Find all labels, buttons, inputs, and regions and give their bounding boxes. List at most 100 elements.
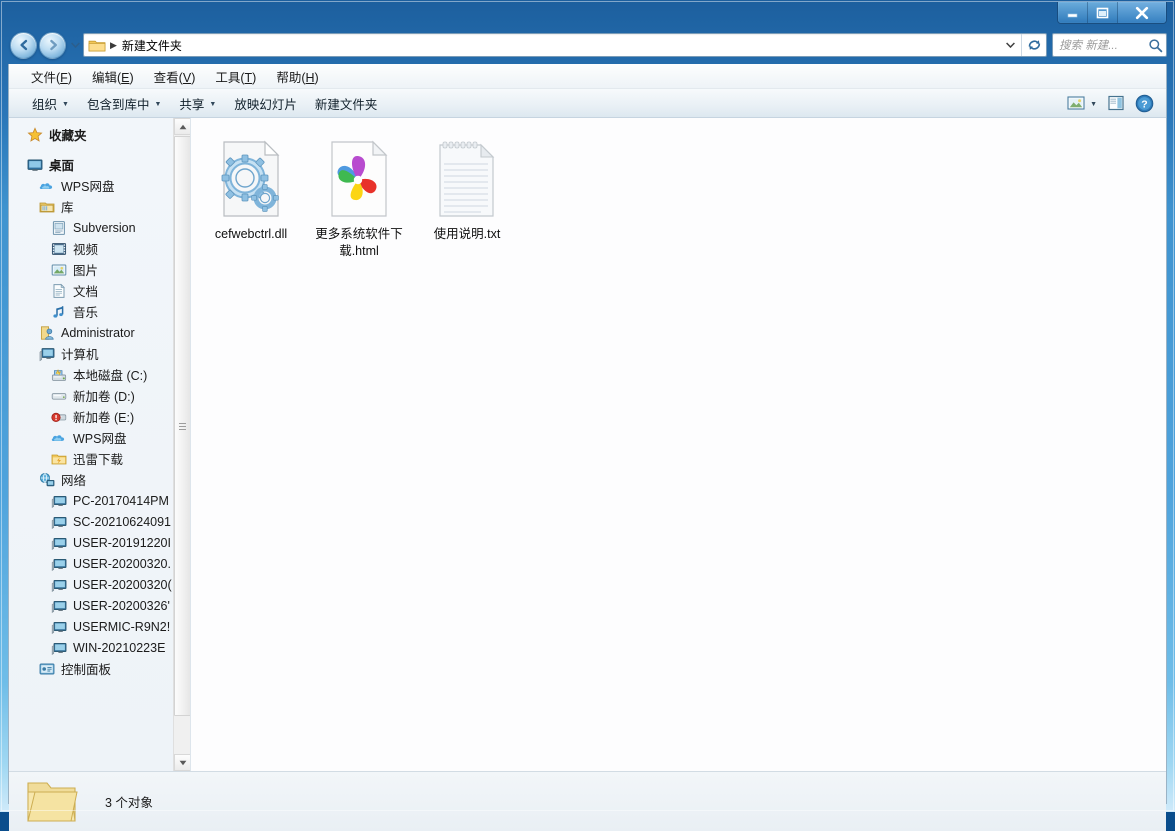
forward-arrow-icon: [49, 39, 57, 51]
nav-item-control-panel[interactable]: 控制面板: [9, 658, 190, 679]
nav-item-network-pc-3[interactable]: USER-20191220I: [9, 532, 190, 553]
library-folder-icon: [39, 199, 55, 215]
recent-locations-button[interactable]: [68, 42, 82, 48]
navigation-scrollbar[interactable]: [173, 118, 190, 771]
refresh-button[interactable]: [1021, 34, 1046, 56]
breadcrumb-current-path[interactable]: 新建文件夹: [122, 37, 182, 54]
computer-node-icon: [51, 514, 67, 530]
scrollbar-grip: [179, 422, 186, 430]
nav-item-network-pc-6[interactable]: USER-20200326': [9, 595, 190, 616]
include-in-library-button[interactable]: 包含到库中 ▼: [78, 90, 170, 117]
menu-edit[interactable]: 编辑(E): [82, 64, 144, 89]
menu-tools[interactable]: 工具(T): [205, 64, 266, 89]
minimize-button[interactable]: [1058, 2, 1088, 23]
nav-item-documents[interactable]: 文档: [9, 280, 190, 301]
nav-item-computer[interactable]: 计算机: [9, 343, 190, 364]
nav-item-label: WIN-20210223E: [73, 640, 166, 655]
new-folder-button[interactable]: 新建文件夹: [306, 90, 387, 117]
address-input[interactable]: ▶ 新建文件夹: [83, 33, 1047, 57]
folder-icon: [88, 40, 106, 52]
documents-icon: [51, 283, 67, 299]
cloud-icon: [39, 178, 55, 194]
nav-item-label: 控制面板: [61, 663, 112, 677]
thunder-folder-icon: [51, 451, 67, 467]
scroll-down-button[interactable]: [174, 754, 190, 771]
drive-icon: [51, 388, 67, 404]
nav-item-label: WPS网盘: [61, 180, 115, 194]
nav-item-network-pc-8[interactable]: WIN-20210223E: [9, 637, 190, 658]
nav-item-network-pc-5[interactable]: USER-20200320(: [9, 574, 190, 595]
menu-file[interactable]: 文件(F): [21, 64, 82, 89]
computer-node-icon: [51, 535, 67, 551]
nav-item-network-pc-2[interactable]: SC-20210624091: [9, 511, 190, 532]
nav-item-favorites[interactable]: 收藏夹: [9, 124, 190, 145]
nav-item-music[interactable]: 音乐: [9, 301, 190, 322]
nav-item-label: 桌面: [49, 159, 75, 173]
forward-button[interactable]: [39, 31, 66, 59]
change-view-button[interactable]: ▼: [1063, 92, 1101, 114]
search-icon[interactable]: [1148, 38, 1163, 53]
nav-item-network-pc-1[interactable]: PC-20170414PM: [9, 490, 190, 511]
back-button[interactable]: [10, 31, 37, 59]
file-list-pane[interactable]: cefwebctrl.dll 更多系统软件下载.html 使用说明.txt: [191, 118, 1166, 771]
navigation-pane: 收藏夹 桌面 WPS网盘 库 Subversion 视频 图片 文档 音乐 Ad…: [9, 118, 191, 771]
menu-view[interactable]: 查看(V): [144, 64, 206, 89]
folder-open-icon: [25, 779, 79, 825]
close-button[interactable]: [1118, 2, 1166, 23]
chevron-down-icon: ▼: [154, 100, 162, 108]
nav-item-subversion[interactable]: Subversion: [9, 217, 190, 238]
video-icon: [51, 241, 67, 257]
nav-item-network-pc-7[interactable]: USERMIC-R9N2!: [9, 616, 190, 637]
computer-node-icon: [51, 619, 67, 635]
scrollbar-thumb[interactable]: [174, 136, 190, 716]
nav-item-pictures[interactable]: 图片: [9, 259, 190, 280]
nav-item-drive-e[interactable]: 新加卷 (E:): [9, 406, 190, 427]
nav-item-label: 迅雷下载: [73, 453, 124, 467]
nav-item-drive-c[interactable]: 本地磁盘 (C:): [9, 364, 190, 385]
computer-icon: [39, 346, 55, 362]
search-input[interactable]: 搜索 新建...: [1052, 33, 1167, 57]
file-item[interactable]: cefwebctrl.dll: [199, 136, 303, 266]
nav-item-thunder-download[interactable]: 迅雷下载: [9, 448, 190, 469]
nav-item-label: PC-20170414PM: [73, 493, 169, 508]
nav-item-network[interactable]: 网络: [9, 469, 190, 490]
nav-item-label: USER-20200320(: [73, 577, 172, 592]
maximize-button[interactable]: [1088, 2, 1118, 23]
nav-item-drive-d[interactable]: 新加卷 (D:): [9, 385, 190, 406]
help-button[interactable]: ?: [1131, 91, 1158, 116]
file-item[interactable]: 使用说明.txt: [415, 136, 519, 266]
system-drive-icon: [51, 367, 67, 383]
breadcrumb: ▶ 新建文件夹: [84, 37, 182, 54]
nav-item-libraries[interactable]: 库: [9, 196, 190, 217]
file-name: 更多系统软件下载.html: [315, 227, 403, 258]
computer-node-icon: [51, 598, 67, 614]
title-bar: [0, 0, 1175, 28]
drive-warning-icon: [51, 409, 67, 425]
nav-item-label: 图片: [73, 264, 99, 278]
share-button[interactable]: 共享 ▼: [170, 90, 225, 117]
nav-item-administrator[interactable]: Administrator: [9, 322, 190, 343]
address-dropdown-button[interactable]: [1000, 34, 1020, 56]
file-name: cefwebctrl.dll: [214, 227, 288, 241]
breadcrumb-separator[interactable]: ▶: [106, 40, 122, 51]
nav-item-network-pc-4[interactable]: USER-20200320.: [9, 553, 190, 574]
svg-text:?: ?: [1141, 98, 1147, 110]
file-item[interactable]: 更多系统软件下载.html: [307, 136, 411, 266]
dll-gears-icon: [215, 140, 287, 218]
organize-button[interactable]: 组织 ▼: [23, 90, 78, 117]
scroll-up-button[interactable]: [174, 118, 190, 135]
nav-item-wps-cloud-2[interactable]: WPS网盘: [9, 427, 190, 448]
preview-pane-button[interactable]: [1103, 92, 1129, 114]
nav-item-label: USER-20191220I: [73, 535, 171, 550]
subversion-icon: [51, 220, 67, 236]
nav-item-wps-cloud[interactable]: WPS网盘: [9, 175, 190, 196]
menu-help[interactable]: 帮助(H): [266, 64, 328, 89]
cloud-icon: [51, 430, 67, 446]
navigation-buttons: [8, 31, 83, 59]
nav-item-videos[interactable]: 视频: [9, 238, 190, 259]
nav-item-label: 计算机: [61, 348, 99, 362]
nav-item-desktop[interactable]: 桌面: [9, 154, 190, 175]
slideshow-button[interactable]: 放映幻灯片: [225, 90, 306, 117]
client-area: 文件(F) 编辑(E) 查看(V) 工具(T) 帮助(H) 组织 ▼ 包含到库中: [8, 64, 1167, 831]
nav-item-label: 音乐: [73, 306, 99, 320]
